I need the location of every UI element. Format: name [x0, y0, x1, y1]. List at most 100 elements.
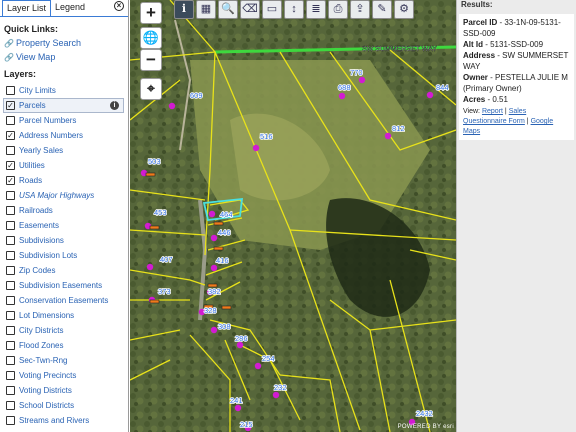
- address-marker[interactable]: [234, 404, 242, 412]
- layer-checkbox[interactable]: [6, 251, 15, 260]
- quick-link-view-map[interactable]: 🔗 View Map: [4, 52, 128, 62]
- address-label: 503: [148, 157, 161, 166]
- layers-tool-icon[interactable]: ≣: [306, 0, 326, 19]
- layer-checkbox[interactable]: ✓: [6, 101, 15, 110]
- layer-checkbox[interactable]: [6, 416, 15, 425]
- tab-legend[interactable]: Legend: [51, 0, 89, 17]
- layers-list: City Limits ✓ Parcels i Parcel Numbers ✓ Addre…: [0, 83, 128, 428]
- locate-icon[interactable]: ⌖: [140, 78, 162, 100]
- layer-checkbox[interactable]: [6, 266, 15, 275]
- address-marker[interactable]: [254, 362, 262, 370]
- layer-item-parcel-numbers[interactable]: Parcel Numbers: [0, 113, 128, 128]
- layer-item-roads[interactable]: ✓ Roads: [0, 173, 128, 188]
- address-marker[interactable]: [210, 234, 218, 242]
- layer-label: Subdivision Easements: [19, 281, 103, 290]
- address-marker[interactable]: [210, 264, 218, 272]
- select-tool-icon[interactable]: ▭: [262, 0, 282, 19]
- layer-checkbox[interactable]: ✓: [6, 161, 15, 170]
- layer-checkbox[interactable]: [6, 116, 15, 125]
- layer-item-address-numbers[interactable]: ✓ Address Numbers: [0, 128, 128, 143]
- layer-checkbox[interactable]: [6, 146, 15, 155]
- layer-label: Voting Districts: [19, 386, 72, 395]
- layer-label: School Districts: [19, 401, 75, 410]
- layer-checkbox[interactable]: [6, 371, 15, 380]
- layer-checkbox[interactable]: [6, 401, 15, 410]
- layer-item-school-districts[interactable]: School Districts: [0, 398, 128, 413]
- layer-item-subdivision-lots[interactable]: Subdivision Lots: [0, 248, 128, 263]
- layer-label: Streams and Rivers: [19, 416, 90, 425]
- address-label: 516: [260, 132, 273, 141]
- address-label: 812: [392, 124, 405, 133]
- layer-checkbox[interactable]: [6, 356, 15, 365]
- address-marker[interactable]: [146, 263, 154, 271]
- draw-tool-icon[interactable]: ✎: [372, 0, 392, 19]
- layer-checkbox[interactable]: [6, 86, 15, 95]
- layer-checkbox[interactable]: [6, 236, 15, 245]
- layer-item-conservation-easements[interactable]: Conservation Easements: [0, 293, 128, 308]
- address-marker[interactable]: [168, 102, 176, 110]
- road-label: SW SUMMERSET WAY: [362, 46, 437, 53]
- globe-icon[interactable]: 🌐: [140, 27, 162, 49]
- layer-checkbox[interactable]: [6, 326, 15, 335]
- report-link[interactable]: Report: [482, 108, 503, 115]
- layer-item-yearly-sales[interactable]: Yearly Sales: [0, 143, 128, 158]
- measure-tool-icon[interactable]: ↕: [284, 0, 304, 19]
- layer-item-sec-twn-rng[interactable]: Sec-Twn-Rng: [0, 353, 128, 368]
- map-view[interactable]: SW SUMMERSET WAY 609 770 688 844 516 812…: [130, 0, 456, 432]
- map-canvas[interactable]: SW SUMMERSET WAY 609770688 8445168125034…: [130, 0, 456, 432]
- zoom-in-button[interactable]: +: [140, 2, 162, 24]
- layer-checkbox[interactable]: [6, 296, 15, 305]
- quick-link-property-search[interactable]: 🔗 Property Search: [4, 38, 128, 48]
- layer-checkbox[interactable]: ✓: [6, 131, 15, 140]
- layer-item-voting-precincts[interactable]: Voting Precincts: [0, 368, 128, 383]
- search-tool-icon[interactable]: 🔍: [218, 0, 238, 19]
- tab-layer-list[interactable]: Layer List: [2, 0, 52, 17]
- address-marker[interactable]: [426, 91, 434, 99]
- quick-link-label: View Map: [15, 52, 56, 62]
- address-marker[interactable]: [208, 210, 216, 218]
- quick-link-label: Property Search: [15, 38, 81, 48]
- layer-item-city-districts[interactable]: City Districts: [0, 323, 128, 338]
- address-marker[interactable]: [252, 144, 260, 152]
- zoom-out-button[interactable]: −: [140, 49, 162, 71]
- address-marker[interactable]: [272, 391, 280, 399]
- layer-checkbox[interactable]: [6, 191, 15, 200]
- layer-item-subdivisions[interactable]: Subdivisions: [0, 233, 128, 248]
- parcel-id-label: Parcel ID: [463, 18, 498, 27]
- layer-item-zip-codes[interactable]: Zip Codes: [0, 263, 128, 278]
- layer-item-city-limits[interactable]: City Limits: [0, 83, 128, 98]
- eraser-tool-icon[interactable]: ⌫: [240, 0, 260, 19]
- address-label: 416: [216, 256, 229, 265]
- layer-label: Flood Zones: [19, 341, 64, 350]
- layer-item-easements[interactable]: Easements: [0, 218, 128, 233]
- settings-tool-icon[interactable]: ⚙: [394, 0, 414, 19]
- layer-item-lot-dimensions[interactable]: Lot Dimensions: [0, 308, 128, 323]
- layer-item-voting-districts[interactable]: Voting Districts: [0, 383, 128, 398]
- layer-item-subdivision-easements[interactable]: Subdivision Easements: [0, 278, 128, 293]
- address-marker[interactable]: [384, 132, 392, 140]
- layer-item-railroads[interactable]: Railroads: [0, 203, 128, 218]
- layer-checkbox[interactable]: [6, 281, 15, 290]
- layer-checkbox[interactable]: [6, 311, 15, 320]
- layer-checkbox[interactable]: ✓: [6, 176, 15, 185]
- alt-id-label: Alt Id: [463, 40, 483, 49]
- layer-checkbox[interactable]: [6, 341, 15, 350]
- export-tool-icon[interactable]: ⇪: [350, 0, 370, 19]
- layer-item-flood-zones[interactable]: Flood Zones: [0, 338, 128, 353]
- layer-item-streams-and-rivers[interactable]: Streams and Rivers: [0, 413, 128, 428]
- layer-checkbox[interactable]: [6, 221, 15, 230]
- print-tool-icon[interactable]: ⎙: [328, 0, 348, 19]
- layer-checkbox[interactable]: [6, 386, 15, 395]
- layer-item-parcels[interactable]: ✓ Parcels i: [3, 98, 124, 113]
- info-tool-icon[interactable]: ℹ: [174, 0, 194, 19]
- address-marker[interactable]: [338, 92, 346, 100]
- link-icon: 🔗: [4, 38, 14, 48]
- layer-item-utilities[interactable]: ✓ Utilities: [0, 158, 128, 173]
- layer-info-icon[interactable]: i: [110, 101, 119, 110]
- address-marker[interactable]: [358, 76, 366, 84]
- address-marker[interactable]: [210, 326, 218, 334]
- layer-checkbox[interactable]: [6, 206, 15, 215]
- layer-item-usa-major-highways[interactable]: USA Major Highways: [0, 188, 128, 203]
- legend-tool-icon[interactable]: ▦: [196, 0, 216, 19]
- close-panel-button[interactable]: ×: [114, 1, 124, 11]
